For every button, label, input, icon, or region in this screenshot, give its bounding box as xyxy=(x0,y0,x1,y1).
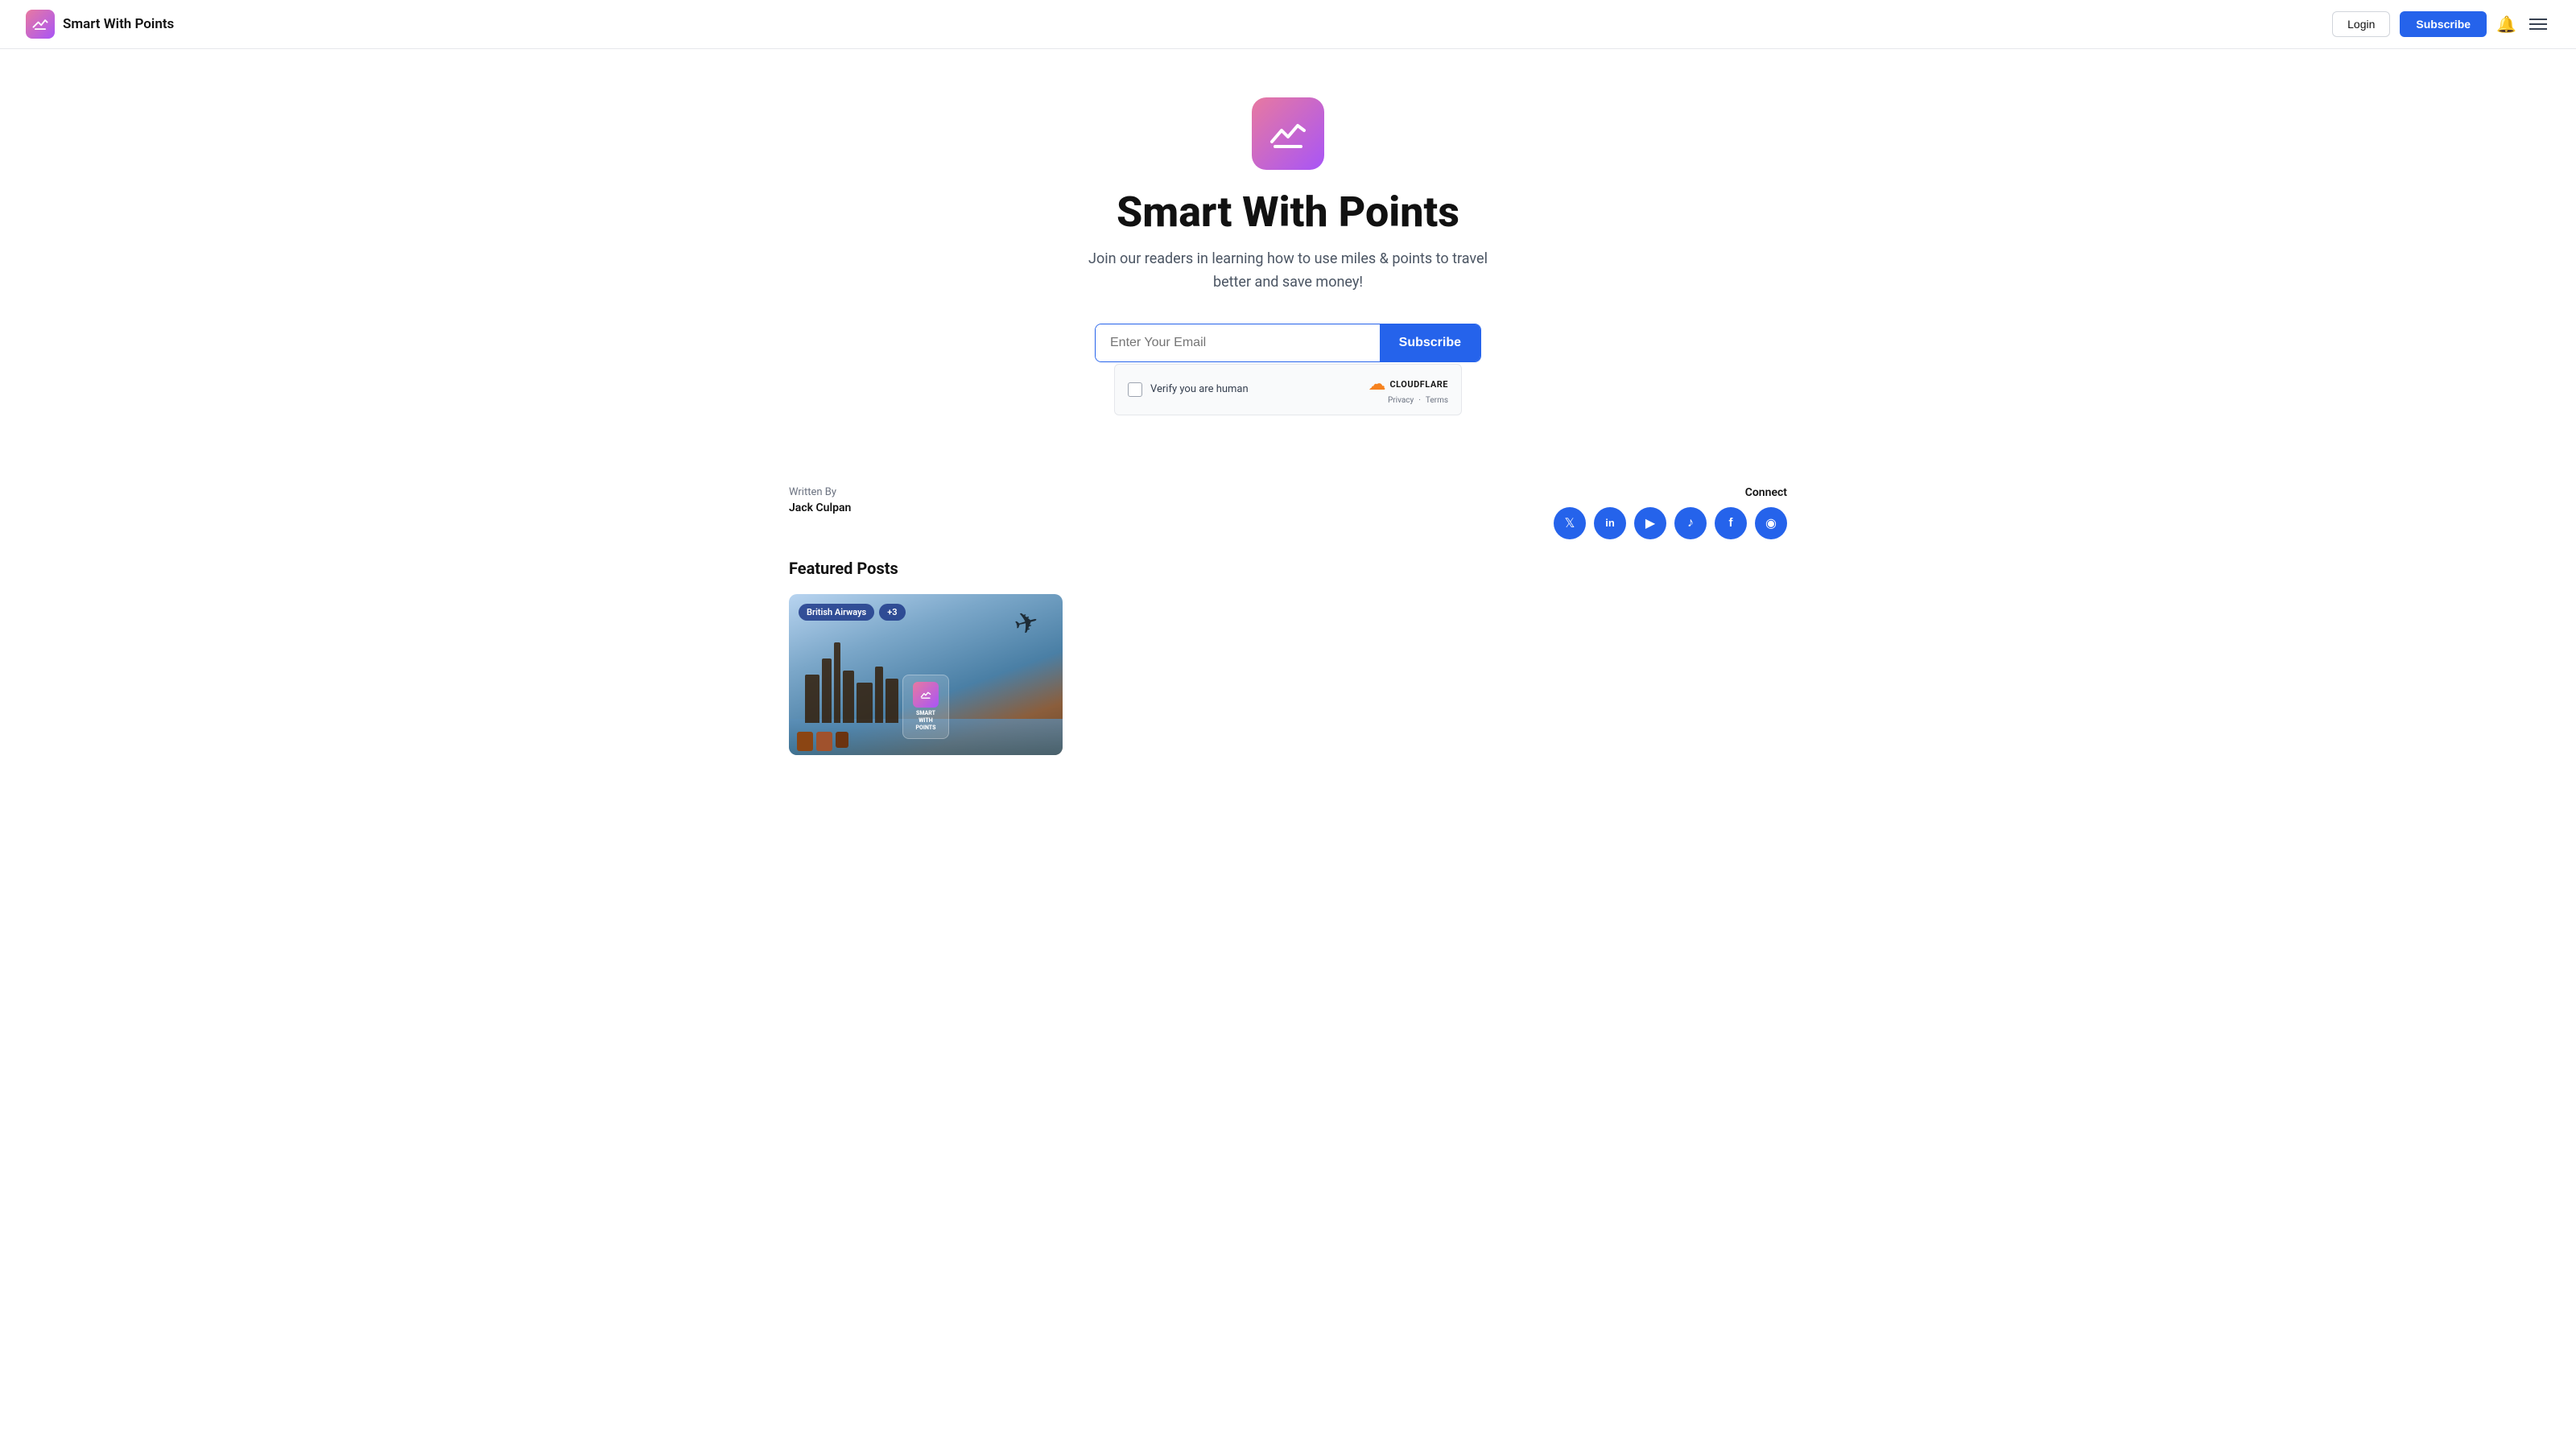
subscribe-nav-button[interactable]: Subscribe xyxy=(2400,11,2487,37)
airplane-icon: ✈ xyxy=(1010,604,1042,642)
login-button[interactable]: Login xyxy=(2332,11,2390,37)
social-icon-youtube[interactable]: ▶ xyxy=(1634,507,1666,539)
written-by-label: Written By xyxy=(789,486,851,498)
written-by-group: Written By Jack Culpan xyxy=(789,486,851,514)
captcha-links: Privacy · Terms xyxy=(1388,396,1448,405)
social-icon-linkedin[interactable]: in xyxy=(1594,507,1626,539)
featured-section: Featured Posts ✈ xyxy=(724,559,1852,787)
cloudflare-cloud-icon: ☁ xyxy=(1368,374,1385,394)
connect-section: Connect 𝕏 in ▶ ♪ f ◉ xyxy=(1554,486,1787,539)
building-4 xyxy=(857,683,873,723)
featured-posts-title: Featured Posts xyxy=(789,559,1787,578)
email-input[interactable] xyxy=(1096,324,1380,361)
badge-airline: British Airways xyxy=(799,604,874,621)
captcha-right: ☁ CLOUDFLARE Privacy · Terms xyxy=(1368,374,1448,405)
building-3 xyxy=(843,671,854,723)
buildings-group xyxy=(805,642,898,723)
luggage-1 xyxy=(797,732,813,751)
meta-connect-section: Written By Jack Culpan Connect 𝕏 in ▶ ♪ … xyxy=(724,448,1852,559)
hero-section: Smart With Points Join our readers in le… xyxy=(0,49,2576,448)
captcha-checkbox[interactable] xyxy=(1128,382,1142,397)
captcha-separator: · xyxy=(1418,396,1421,405)
building-2 xyxy=(822,658,832,723)
building-tower xyxy=(834,642,840,723)
featured-posts-grid: ✈ xyxy=(789,594,1787,755)
hamburger-line-1 xyxy=(2529,19,2547,20)
email-form: Subscribe Verify you are human ☁ CLOUDFL… xyxy=(1095,324,1481,415)
social-icon-tiktok[interactable]: ♪ xyxy=(1674,507,1707,539)
email-form-row: Subscribe xyxy=(1095,324,1481,362)
post-card-british-airways[interactable]: ✈ xyxy=(789,594,1063,755)
luggage-3 xyxy=(836,732,848,748)
captcha-left: Verify you are human xyxy=(1128,382,1249,397)
navbar-actions: Login Subscribe 🔔 xyxy=(2332,11,2550,37)
subscribe-form-button[interactable]: Subscribe xyxy=(1380,324,1480,361)
navbar-brand-group: Smart With Points xyxy=(26,10,174,39)
social-icon-x[interactable]: 𝕏 xyxy=(1554,507,1586,539)
post-badges-group: British Airways +3 xyxy=(799,604,906,621)
hero-title: Smart With Points xyxy=(1117,189,1459,235)
building-1 xyxy=(805,675,819,723)
social-icon-instagram[interactable]: ◉ xyxy=(1755,507,1787,539)
luggage-row xyxy=(797,732,848,751)
social-icons-group: 𝕏 in ▶ ♪ f ◉ xyxy=(1554,507,1787,539)
hamburger-line-2 xyxy=(2529,23,2547,25)
post-card-image: ✈ xyxy=(789,594,1063,755)
hamburger-menu-button[interactable] xyxy=(2526,15,2550,33)
notifications-bell-icon[interactable]: 🔔 xyxy=(2496,14,2516,35)
swp-overlay: SMARTWITHPOINTS xyxy=(902,675,949,739)
hamburger-line-3 xyxy=(2529,28,2547,30)
building-5 xyxy=(875,667,883,723)
cloudflare-text: CLOUDFLARE xyxy=(1389,379,1448,390)
luggage-2 xyxy=(816,732,832,751)
connect-label: Connect xyxy=(1745,486,1787,499)
cloudflare-logo: ☁ CLOUDFLARE xyxy=(1368,374,1448,394)
hero-logo-icon xyxy=(1252,97,1324,170)
captcha-widget: Verify you are human ☁ CLOUDFLARE Privac… xyxy=(1114,364,1462,415)
hero-subtitle: Join our readers in learning how to use … xyxy=(1079,248,1497,295)
building-6 xyxy=(886,679,898,723)
captcha-privacy-link[interactable]: Privacy xyxy=(1388,396,1414,405)
swp-overlay-logo-icon xyxy=(913,682,939,708)
captcha-terms-link[interactable]: Terms xyxy=(1426,396,1448,405)
captcha-label: Verify you are human xyxy=(1150,383,1249,395)
author-name: Jack Culpan xyxy=(789,502,851,514)
badge-points-extra: +3 xyxy=(879,604,905,621)
brand-logo-icon xyxy=(26,10,55,39)
brand-name: Smart With Points xyxy=(63,16,174,32)
social-icon-facebook[interactable]: f xyxy=(1715,507,1747,539)
swp-overlay-text: SMARTWITHPOINTS xyxy=(916,710,936,732)
navbar: Smart With Points Login Subscribe 🔔 xyxy=(0,0,2576,49)
